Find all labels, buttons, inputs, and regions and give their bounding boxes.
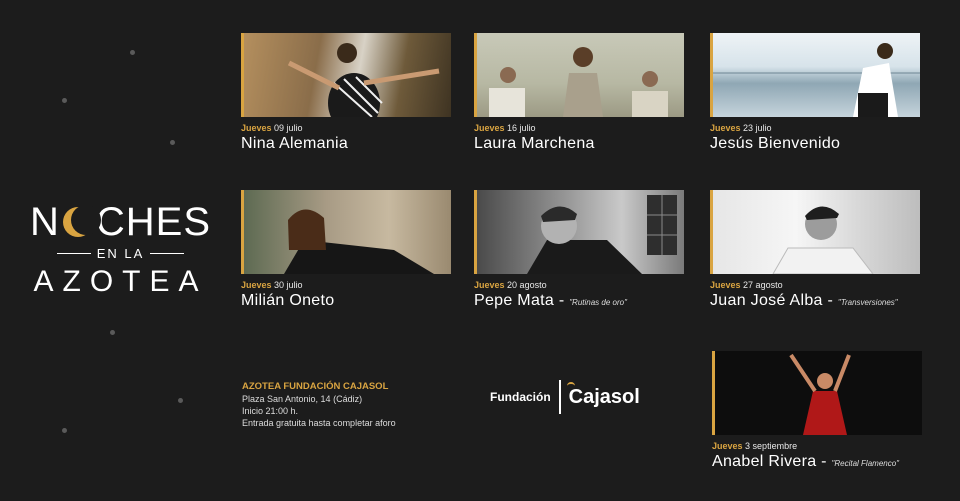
event-card-juan-jose-alba[interactable]: Jueves 27 agosto Juan José Alba - "Trans… [710,190,920,310]
decorative-dot [62,428,67,433]
performer-name: Milián Oneto [241,292,335,309]
performer-name: Juan José Alba - "Transversiones" [710,292,898,309]
event-date: Jueves 27 agosto [710,280,783,290]
event-card-nina-alemania[interactable]: Jueves 09 julio Nina Alemania [241,33,451,153]
event-card-anabel-rivera[interactable]: Jueves 3 septiembre Anabel Rivera - "Rec… [712,351,922,471]
venue-address: Plaza San Antonio, 14 (Cádiz) [242,394,363,404]
event-photo [712,351,922,435]
venue-title: AZOTEA FUNDACIÓN CAJASOL [242,381,389,392]
decorative-dot [130,50,135,55]
performer-photo [772,206,874,274]
venue-entry: Entrada gratuita hasta completar aforo [242,418,396,428]
performer-name: Jesús Bienvenido [710,135,841,152]
event-card-jesus-bienvenido[interactable]: Jueves 23 julio Jesús Bienvenido [710,33,920,153]
event-logo: N CHES EN LA AZOTEA [28,200,213,299]
performer-photo [287,43,440,117]
venue-info: AZOTEA FUNDACIÓN CAJASOL Plaza San Anton… [242,381,396,429]
moon-icon [62,205,101,237]
event-photo [710,190,920,274]
performer-photo [284,209,434,274]
sponsor-brand: Cajasol [566,381,640,408]
event-card-laura-marchena[interactable]: Jueves 16 julio Laura Marchena [474,33,684,153]
show-subtitle: "Recital Flamenco" [831,459,900,468]
decorative-dot [62,98,67,103]
event-photo [474,33,684,117]
event-date: Jueves 23 julio [710,123,772,133]
sponsor-logo: Fundación Cajasol [490,380,640,414]
event-photo [241,190,451,274]
performer-photo [527,195,677,274]
event-date: Jueves 16 julio [474,123,536,133]
event-photo [241,33,451,117]
sponsor-label: Fundación [490,390,551,404]
decorative-dot [170,140,175,145]
performer-photo [489,47,668,117]
event-date: Jueves 3 septiembre [712,441,798,451]
logo-title: N CHES [29,200,212,244]
event-photo [474,190,684,274]
performer-name: Pepe Mata - "Rutinas de oro" [474,292,627,309]
performer-name: Laura Marchena [474,135,595,152]
logo-location: AZOTEA [33,265,208,298]
venue-time: Inicio 21:00 h. [242,406,299,416]
performer-name: Nina Alemania [241,135,349,152]
performer-photo [713,43,920,117]
sponsor-divider [558,380,561,414]
event-photo [710,33,920,117]
event-date: Jueves 30 julio [241,280,303,290]
decorative-dot [178,398,183,403]
event-date: Jueves 20 agosto [474,280,547,290]
logo-subtitle: EN LA [28,246,213,261]
event-date: Jueves 09 julio [241,123,303,133]
event-card-pepe-mata[interactable]: Jueves 20 agosto Pepe Mata - "Rutinas de… [474,190,684,310]
performer-photo [789,353,851,435]
performer-name: Anabel Rivera - "Recital Flamenco" [712,453,900,470]
event-card-milian-oneto[interactable]: Jueves 30 julio Milián Oneto [241,190,451,310]
show-subtitle: "Transversiones" [837,298,898,307]
show-subtitle: "Rutinas de oro" [569,298,627,307]
decorative-dot [110,330,115,335]
